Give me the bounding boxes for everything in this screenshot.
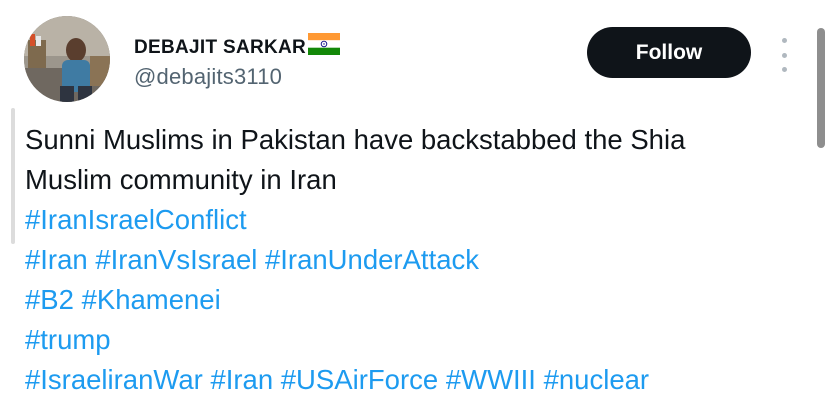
hashtag-line: #IranIsraelConflict [25,200,815,240]
hashtag-link[interactable]: #IranUnderAttack [265,244,479,275]
avatar[interactable] [24,16,110,102]
hashtag-link[interactable]: #WWIII [446,364,536,395]
hashtag-line: #Iran #IranVsIsrael #IranUnderAttack [25,240,815,280]
hashtag-link[interactable]: #B2 [25,284,74,315]
more-dot [781,52,787,58]
india-flag-icon [308,32,341,60]
tweet-text-line: Sunni Muslims in Pakistan have backstabb… [25,124,686,155]
hashtag-link[interactable]: #nuclear [544,364,650,395]
right-scrollbar[interactable] [817,28,825,148]
profile-photo [24,16,110,102]
left-scrollbar[interactable] [11,108,15,244]
hashtag-line: #trump [25,320,815,360]
more-dot [781,67,787,72]
author-name-row[interactable]: DEBAJIT SARKAR [134,32,341,60]
hashtag-line: #B2 #Khamenei [25,280,815,320]
author-display-name[interactable]: DEBAJIT SARKAR [134,37,306,59]
hashtag-link[interactable]: #Iran [25,244,88,275]
author-handle[interactable]: @debajits3110 [134,64,282,90]
follow-button[interactable]: Follow [587,27,751,78]
hashtag-link[interactable]: #IsraeliranWar [25,364,203,395]
hashtag-link[interactable]: #USAirForce [281,364,438,395]
hashtag-link[interactable]: #trump [25,324,111,355]
tweet-text: Sunni Muslims in Pakistan have backstabb… [25,120,815,400]
tweet-text-line: Muslim community in Iran [25,164,337,195]
more-dot [781,38,787,43]
hashtag-link[interactable]: #IranIsraelConflict [25,204,247,235]
hashtag-link[interactable]: #Khamenei [82,284,221,315]
hashtag-link[interactable]: #Iran [210,364,273,395]
hashtag-link[interactable]: #IranVsIsrael [95,244,257,275]
more-options-icon[interactable] [776,38,792,72]
hashtag-line: #IsraeliranWar #Iran #USAirForce #WWIII … [25,360,815,400]
